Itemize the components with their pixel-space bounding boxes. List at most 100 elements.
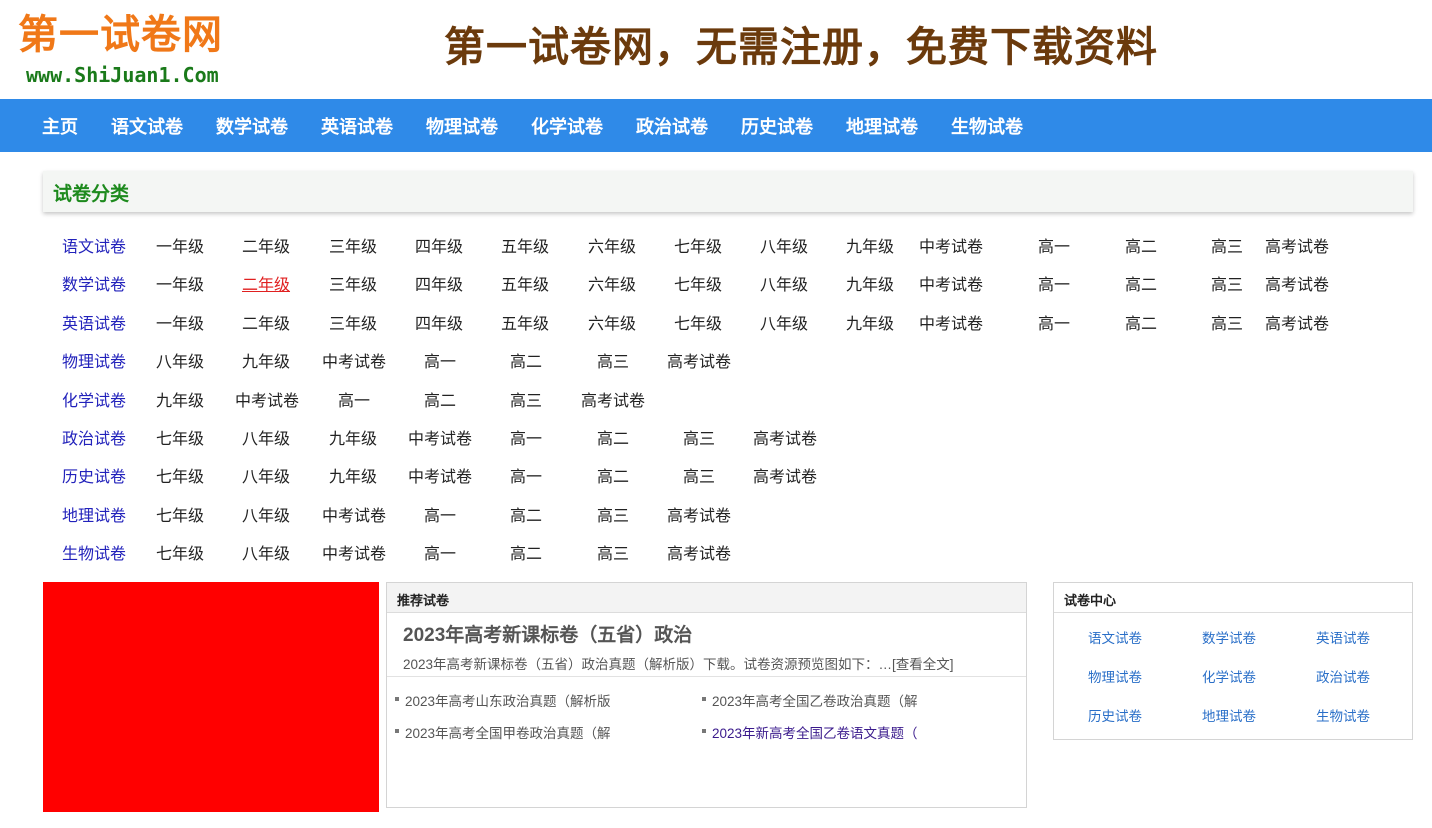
- category-subject-link[interactable]: 物理试卷: [62, 348, 126, 372]
- category-grade-link[interactable]: 高一: [338, 387, 370, 411]
- site-logo[interactable]: 第一试卷网 www.ShiJuan1.Com: [18, 12, 288, 87]
- category-grade-link[interactable]: 七年级: [156, 463, 204, 487]
- category-grade-link[interactable]: 高考试卷: [1265, 271, 1329, 295]
- category-grade-link[interactable]: 高二: [424, 387, 456, 411]
- category-grade-link[interactable]: 中考试卷: [408, 425, 472, 449]
- nav-item[interactable]: 数学试卷: [216, 113, 288, 139]
- category-grade-link[interactable]: 高三: [1211, 233, 1243, 257]
- category-grade-link[interactable]: 高二: [597, 425, 629, 449]
- category-subject-link[interactable]: 语文试卷: [62, 233, 126, 257]
- recommend-article-title[interactable]: 2023年高考新课标卷（五省）政治: [403, 620, 692, 647]
- category-subject-link[interactable]: 政治试卷: [62, 425, 126, 449]
- paper-center-link[interactable]: 地理试卷: [1202, 705, 1256, 725]
- nav-item[interactable]: 化学试卷: [531, 113, 603, 139]
- category-grade-link[interactable]: 一年级: [156, 271, 204, 295]
- paper-center-link[interactable]: 语文试卷: [1088, 627, 1142, 647]
- paper-center-link[interactable]: 政治试卷: [1316, 666, 1370, 686]
- category-grade-link[interactable]: 八年级: [760, 310, 808, 334]
- category-grade-link[interactable]: 七年级: [674, 233, 722, 257]
- category-grade-link[interactable]: 高二: [510, 502, 542, 526]
- category-grade-link[interactable]: 中考试卷: [919, 271, 983, 295]
- category-grade-link[interactable]: 高考试卷: [753, 463, 817, 487]
- category-grade-link[interactable]: 中考试卷: [322, 540, 386, 564]
- category-grade-link[interactable]: 二年级: [242, 310, 290, 334]
- category-grade-link[interactable]: 一年级: [156, 310, 204, 334]
- category-grade-link[interactable]: 高二: [510, 540, 542, 564]
- category-grade-link[interactable]: 六年级: [588, 310, 636, 334]
- category-grade-link[interactable]: 九年级: [329, 425, 377, 449]
- recommend-list-link[interactable]: 2023年新高考全国乙卷语文真题（: [702, 722, 918, 742]
- category-grade-link[interactable]: 高三: [597, 540, 629, 564]
- category-grade-link[interactable]: 九年级: [329, 463, 377, 487]
- category-grade-link[interactable]: 高一: [1038, 310, 1070, 334]
- nav-item[interactable]: 政治试卷: [636, 113, 708, 139]
- category-grade-link[interactable]: 三年级: [329, 310, 377, 334]
- category-grade-link[interactable]: 九年级: [846, 233, 894, 257]
- category-grade-link[interactable]: 高考试卷: [667, 348, 731, 372]
- category-grade-link[interactable]: 高三: [1211, 310, 1243, 334]
- category-subject-link[interactable]: 地理试卷: [62, 502, 126, 526]
- category-grade-link[interactable]: 高一: [424, 502, 456, 526]
- category-grade-link[interactable]: 中考试卷: [322, 348, 386, 372]
- category-grade-link[interactable]: 一年级: [156, 233, 204, 257]
- category-grade-link[interactable]: 中考试卷: [322, 502, 386, 526]
- category-grade-link[interactable]: 九年级: [846, 271, 894, 295]
- category-grade-link[interactable]: 高三: [597, 348, 629, 372]
- category-grade-link[interactable]: 高考试卷: [753, 425, 817, 449]
- category-grade-link[interactable]: 八年级: [760, 271, 808, 295]
- category-grade-link[interactable]: 九年级: [242, 348, 290, 372]
- category-grade-link[interactable]: 二年级: [242, 271, 290, 295]
- category-subject-link[interactable]: 化学试卷: [62, 387, 126, 411]
- recommend-list-link[interactable]: 2023年高考山东政治真题（解析版: [395, 690, 611, 710]
- category-subject-link[interactable]: 历史试卷: [62, 463, 126, 487]
- paper-center-link[interactable]: 生物试卷: [1316, 705, 1370, 725]
- category-subject-link[interactable]: 生物试卷: [62, 540, 126, 564]
- category-grade-link[interactable]: 高三: [683, 463, 715, 487]
- ad-banner[interactable]: [43, 582, 379, 812]
- category-grade-link[interactable]: 高一: [1038, 233, 1070, 257]
- category-grade-link[interactable]: 中考试卷: [919, 233, 983, 257]
- category-grade-link[interactable]: 三年级: [329, 233, 377, 257]
- category-grade-link[interactable]: 五年级: [501, 310, 549, 334]
- paper-center-link[interactable]: 化学试卷: [1202, 666, 1256, 686]
- category-grade-link[interactable]: 高考试卷: [1265, 233, 1329, 257]
- category-grade-link[interactable]: 中考试卷: [408, 463, 472, 487]
- recommend-list-link[interactable]: 2023年高考全国甲卷政治真题（解: [395, 722, 611, 742]
- category-grade-link[interactable]: 高一: [1038, 271, 1070, 295]
- category-grade-link[interactable]: 四年级: [415, 271, 463, 295]
- category-grade-link[interactable]: 七年级: [156, 502, 204, 526]
- category-grade-link[interactable]: 五年级: [501, 233, 549, 257]
- category-grade-link[interactable]: 八年级: [242, 463, 290, 487]
- category-grade-link[interactable]: 高一: [510, 463, 542, 487]
- category-grade-link[interactable]: 高三: [1211, 271, 1243, 295]
- paper-center-link[interactable]: 物理试卷: [1088, 666, 1142, 686]
- category-grade-link[interactable]: 高考试卷: [581, 387, 645, 411]
- nav-item[interactable]: 生物试卷: [951, 113, 1023, 139]
- category-grade-link[interactable]: 八年级: [242, 425, 290, 449]
- category-grade-link[interactable]: 四年级: [415, 310, 463, 334]
- category-grade-link[interactable]: 高二: [1125, 271, 1157, 295]
- nav-item[interactable]: 英语试卷: [321, 113, 393, 139]
- category-grade-link[interactable]: 高考试卷: [667, 502, 731, 526]
- nav-item[interactable]: 物理试卷: [426, 113, 498, 139]
- category-grade-link[interactable]: 七年级: [674, 310, 722, 334]
- category-grade-link[interactable]: 高考试卷: [667, 540, 731, 564]
- paper-center-link[interactable]: 数学试卷: [1202, 627, 1256, 647]
- category-subject-link[interactable]: 数学试卷: [62, 271, 126, 295]
- category-grade-link[interactable]: 六年级: [588, 271, 636, 295]
- category-grade-link[interactable]: 六年级: [588, 233, 636, 257]
- category-grade-link[interactable]: 八年级: [760, 233, 808, 257]
- category-grade-link[interactable]: 高三: [597, 502, 629, 526]
- category-grade-link[interactable]: 八年级: [156, 348, 204, 372]
- category-subject-link[interactable]: 英语试卷: [62, 310, 126, 334]
- category-grade-link[interactable]: 高一: [510, 425, 542, 449]
- paper-center-link[interactable]: 历史试卷: [1088, 705, 1142, 725]
- category-grade-link[interactable]: 高一: [424, 540, 456, 564]
- category-grade-link[interactable]: 四年级: [415, 233, 463, 257]
- nav-item[interactable]: 地理试卷: [846, 113, 918, 139]
- category-grade-link[interactable]: 高三: [510, 387, 542, 411]
- read-more-link[interactable]: [查看全文]: [892, 657, 954, 672]
- category-grade-link[interactable]: 高二: [1125, 310, 1157, 334]
- category-grade-link[interactable]: 中考试卷: [919, 310, 983, 334]
- nav-item[interactable]: 主页: [42, 113, 78, 139]
